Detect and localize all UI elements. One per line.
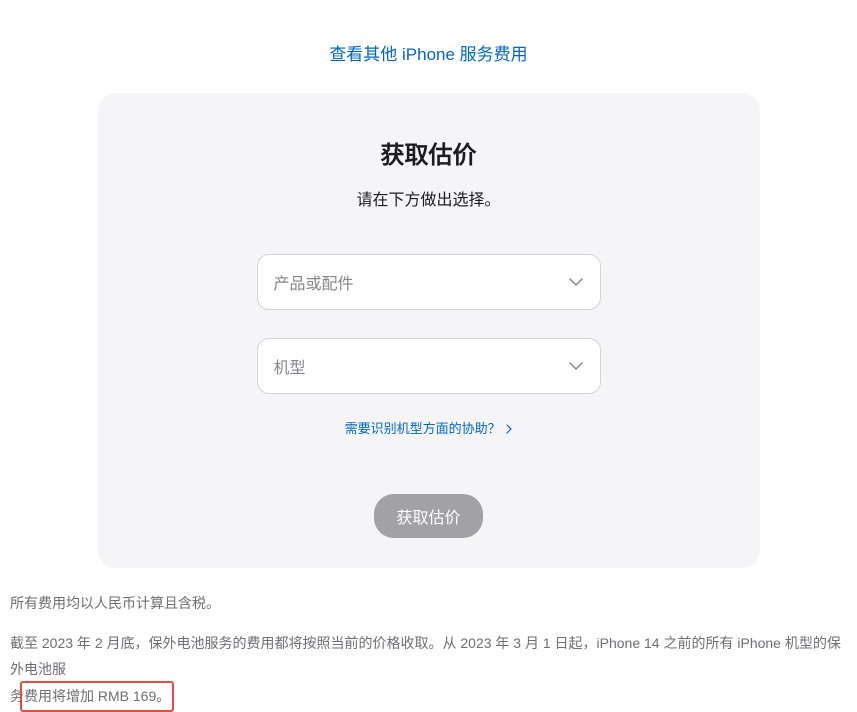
- top-link-container: 查看其他 iPhone 服务费用: [0, 40, 857, 65]
- product-select[interactable]: 产品或配件: [257, 254, 601, 310]
- footer-note-highlight-text: 费用将增加 RMB 169。: [24, 688, 170, 704]
- card-title: 获取估价: [138, 135, 720, 170]
- card-subtitle: 请在下方做出选择。: [138, 186, 720, 210]
- product-select-placeholder: 产品或配件: [274, 270, 354, 294]
- other-service-fees-link[interactable]: 查看其他 iPhone 服务费用: [329, 45, 527, 64]
- footer-price-note: 截至 2023 年 2 月底，保外电池服务的费用都将按照当前的价格收取。从 20…: [10, 630, 846, 710]
- model-select-placeholder: 机型: [274, 354, 306, 378]
- get-estimate-button[interactable]: 获取估价: [374, 494, 482, 538]
- model-select-wrapper: 机型: [257, 338, 601, 394]
- footer-note-part2: 务: [10, 688, 24, 704]
- help-link-text: 需要识别机型方面的协助？: [345, 421, 501, 436]
- chevron-right-icon: [506, 422, 512, 437]
- identify-model-help-link[interactable]: 需要识别机型方面的协助？: [345, 421, 513, 436]
- help-link-container: 需要识别机型方面的协助？: [138, 418, 720, 438]
- footer-tax-note: 所有费用均以人民币计算且含税。: [10, 592, 846, 616]
- model-select[interactable]: 机型: [257, 338, 601, 394]
- estimate-card: 获取估价 请在下方做出选择。 产品或配件 机型 需要识别机型方面的协助？: [98, 93, 760, 568]
- product-select-wrapper: 产品或配件: [257, 254, 601, 310]
- footer-note-part1: 截至 2023 年 2 月底，保外电池服务的费用都将按照当前的价格收取。从 20…: [10, 635, 841, 678]
